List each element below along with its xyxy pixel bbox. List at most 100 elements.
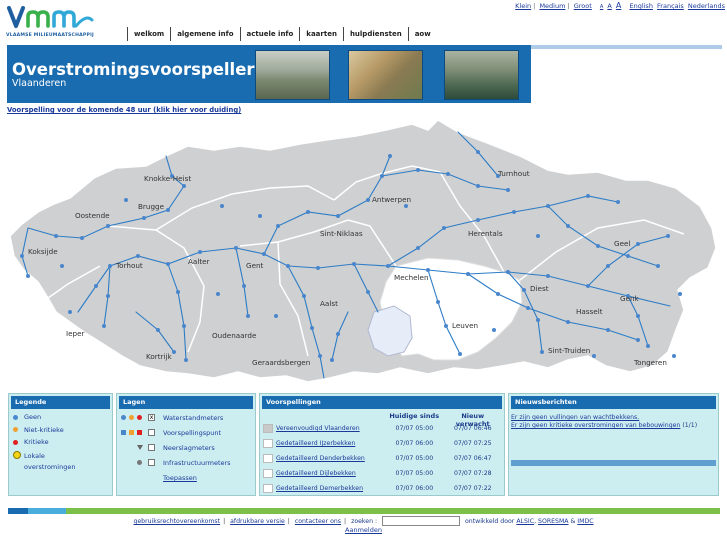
row-swatch — [263, 424, 273, 433]
footer-stripe-blue — [8, 508, 28, 514]
legend-item-kritieke: Kritieke — [9, 436, 112, 449]
layer-voorspellingspunt: Voorspellingspunt — [117, 426, 255, 441]
city-sint-truiden: Sint-Truiden — [548, 346, 591, 355]
row-swatch — [263, 454, 273, 463]
search-input[interactable] — [382, 516, 461, 526]
footer-stripe-green — [66, 508, 720, 514]
orange-dot-icon — [13, 427, 18, 433]
news-count: (1/1) — [682, 422, 698, 429]
forecasts-panel: Voorspellingen Huidige sinds Nieuw verwa… — [259, 393, 505, 496]
forecast-link[interactable]: Gedetailleerd Demerbekken — [276, 485, 385, 492]
col-huidige-sinds: Huidige sinds — [389, 412, 440, 420]
news-panel: Nieuwsberichten Er zijn geen vullingen v… — [508, 393, 719, 496]
city-hasselt: Hasselt — [576, 307, 603, 316]
login-link[interactable]: Aanmelden — [345, 526, 382, 534]
nav-hulpdiensten[interactable]: hulpdiensten — [342, 27, 408, 41]
city-brugge: Brugge — [138, 202, 164, 211]
nav-kaarten[interactable]: kaarten — [299, 27, 343, 41]
nav-actuele-info[interactable]: actuele info — [239, 27, 300, 41]
font-size-large-link[interactable]: Groot — [574, 2, 592, 10]
orange-dot-icon — [129, 415, 134, 420]
imdc-link[interactable]: IMDC — [577, 518, 593, 525]
city-knokke-heist: Knokke-Heist — [144, 174, 192, 183]
lang-english-link[interactable]: English — [629, 2, 652, 10]
legend-item-geen: Geen — [9, 411, 112, 424]
utility-bar: Klein | Medium | Groot A A A English Franç… — [515, 1, 725, 10]
lang-french-link[interactable]: Français — [657, 2, 684, 10]
smiley-icon — [13, 450, 21, 459]
contact-link[interactable]: contacteer ons — [295, 518, 341, 525]
blue-square-icon — [121, 430, 126, 435]
red-square-icon — [137, 430, 142, 435]
city-turnhout: Turnhout — [498, 169, 530, 178]
forecast-row: Gedetailleerd Denderbekken 07/07 05:00 0… — [262, 451, 502, 466]
photo-flood-debris — [348, 50, 423, 100]
city-mechelen: Mechelen — [394, 273, 429, 282]
city-kortrijk: Kortrijk — [146, 352, 172, 361]
print-version-link[interactable]: afdrukbare versie — [230, 518, 285, 525]
row-swatch — [263, 469, 273, 478]
apply-button[interactable]: Toepassen — [163, 474, 197, 482]
city-gent: Gent — [246, 261, 264, 270]
row-swatch — [263, 484, 273, 493]
red-dot-icon — [13, 439, 18, 445]
font-size-small-link[interactable]: Klein — [515, 2, 531, 10]
lang-dutch-link[interactable]: Nederlands — [688, 2, 725, 10]
city-torhout: Torhout — [116, 261, 143, 270]
grey-dot-icon — [137, 460, 142, 465]
footer: gebruiksrechtovereenkomst | afdrukbare ve… — [133, 516, 594, 526]
city-herentals: Herentals — [468, 229, 503, 238]
legend-title: Legende — [11, 396, 110, 409]
font-size-medium-link[interactable]: Medium — [539, 2, 565, 10]
city-geraardsbergen: Geraardsbergen — [252, 358, 311, 367]
logo-subtitle: VLAAMSE MILIEUMAATSCHAPPIJ — [6, 33, 94, 38]
voorspellingspunt-checkbox[interactable] — [148, 429, 155, 436]
font-a-large[interactable]: A — [616, 1, 621, 10]
blue-dot-icon — [121, 415, 126, 420]
orange-square-icon — [129, 430, 134, 435]
nav-aow[interactable]: aow — [407, 27, 437, 41]
forecasts-table: Huidige sinds Nieuw verwacht Vereenvoudi… — [262, 412, 502, 496]
news-item-wachtbekkens[interactable]: Er zijn geen vullingen van wachtbekkens. — [511, 414, 716, 422]
soresma-link[interactable]: SORESMA — [538, 518, 569, 525]
nav-welkom[interactable]: welkom — [127, 27, 170, 41]
terms-link[interactable]: gebruiksrechtovereenkomst — [133, 518, 220, 525]
photo-sluice — [255, 50, 330, 100]
photo-weir — [444, 50, 519, 100]
forecast-48h-link[interactable]: Voorspelling voor de komende 48 uur (kli… — [7, 106, 241, 114]
news-list: Er zijn geen vullingen van wachtbekkens.… — [509, 411, 718, 433]
city-sint-niklaas: Sint-Niklaas — [320, 229, 363, 238]
city-diest: Diest — [530, 284, 549, 293]
news-item-bebouwingen[interactable]: Er zijn geen kritieke overstromingen van… — [511, 422, 680, 429]
layer-neerslagmeters: Neerslagmeters — [117, 441, 255, 456]
waterstandmeters-checkbox[interactable]: x — [148, 414, 155, 421]
nav-algemene-info[interactable]: algemene info — [170, 27, 239, 41]
city-ieper: Ieper — [66, 329, 85, 338]
news-bar — [511, 460, 716, 466]
city-tongeren: Tongeren — [634, 358, 667, 367]
forecast-row: Gedetailleerd Dijlebekken 07/07 05:00 07… — [262, 466, 502, 481]
city-antwerpen: Antwerpen — [372, 195, 412, 204]
flanders-map[interactable]: Knokke-Heist Oostende Brugge Koksijde To… — [8, 116, 720, 388]
red-dot-icon — [137, 415, 142, 420]
forecast-link[interactable]: Vereenvoudigd Vlaanderen — [276, 425, 385, 432]
layer-infrastructuurmeters: Infrastructuurmeters — [117, 456, 255, 471]
font-a-small[interactable]: A — [600, 4, 603, 10]
infrastructuurmeters-checkbox[interactable] — [148, 459, 155, 466]
font-a-medium[interactable]: A — [607, 2, 611, 10]
col-nieuw-verwacht: Nieuw verwacht — [455, 412, 490, 428]
alsic-link[interactable]: ALSIC — [516, 518, 534, 525]
footer-login: Aanmelden — [0, 526, 727, 534]
row-swatch — [263, 439, 273, 448]
forecast-link[interactable]: Gedetailleerd Denderbekken — [276, 455, 385, 462]
layer-waterstandmeters: x Waterstandmeters — [117, 411, 255, 426]
footer-stripe-lightblue — [28, 508, 66, 514]
triangle-icon — [137, 445, 143, 450]
forecast-link[interactable]: Gedetailleerd IJzerbekken — [276, 440, 385, 447]
neerslagmeters-checkbox[interactable] — [148, 444, 155, 451]
city-oudenaarde: Oudenaarde — [212, 331, 257, 340]
city-aalter: Aalter — [188, 257, 210, 266]
legend-item-lokale: Lokale overstromingen — [9, 449, 112, 473]
legend-item-niet-kritieke: Niet-kritieke — [9, 424, 112, 437]
forecast-link[interactable]: Gedetailleerd Dijlebekken — [276, 470, 385, 477]
